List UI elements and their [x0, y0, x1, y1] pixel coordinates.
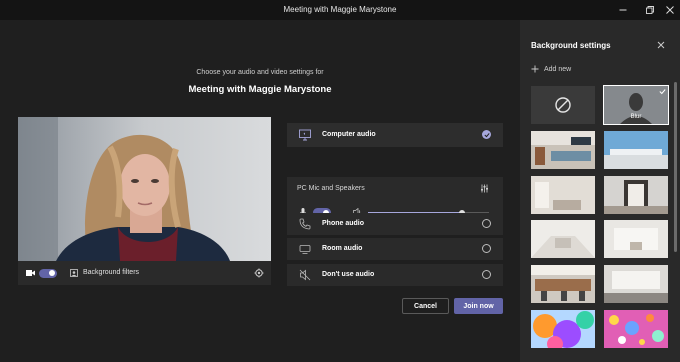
check-icon [483, 132, 490, 137]
colorful-spheres-image [531, 310, 595, 348]
computer-audio-radio[interactable] [482, 130, 491, 139]
background-option-room-1[interactable] [531, 176, 595, 214]
restore-icon [646, 6, 654, 14]
add-new-background-button[interactable]: Add new [531, 65, 571, 73]
audio-device-label: PC Mic and Speakers [297, 185, 365, 192]
close-panel-icon[interactable] [656, 40, 666, 50]
camera-feed-image [18, 117, 271, 261]
no-background-icon [555, 97, 571, 113]
restore-button[interactable] [643, 3, 657, 17]
camera-icon [26, 270, 35, 276]
office-background-image [531, 131, 595, 169]
selected-check-icon [659, 89, 666, 95]
room-background-image [531, 220, 595, 258]
title-bar: Meeting with Maggie Marystone [0, 0, 680, 20]
room-audio-option[interactable]: Room audio [287, 238, 503, 260]
background-option-balloons[interactable] [531, 310, 595, 348]
meeting-title: Meeting with Maggie Marystone [188, 84, 332, 95]
phone-audio-option[interactable]: Phone audio [287, 213, 503, 235]
blur-label: Blur [630, 114, 642, 120]
room-background-image [604, 220, 668, 258]
background-settings-panel: Background settings Add new Blur [520, 20, 680, 362]
minimize-icon [619, 9, 627, 11]
background-option-none[interactable] [531, 86, 595, 124]
background-option-room-4[interactable] [604, 220, 668, 258]
room-audio-radio[interactable] [482, 244, 491, 253]
minimize-button[interactable] [616, 3, 630, 17]
room-audio-label: Room audio [322, 245, 363, 252]
device-settings-icon[interactable] [254, 268, 264, 278]
background-option-office-1[interactable] [531, 131, 595, 169]
video-preview [18, 117, 271, 261]
window-title: Meeting with Maggie Marystone [283, 5, 397, 14]
computer-audio-label: Computer audio [322, 131, 376, 138]
room-background-image [604, 176, 668, 214]
background-option-room-2[interactable] [604, 176, 668, 214]
phone-audio-label: Phone audio [322, 220, 364, 227]
close-window-button[interactable] [663, 3, 677, 17]
panel-scrollbar[interactable] [674, 82, 677, 252]
sky-background-image [604, 131, 668, 169]
plus-icon [531, 65, 539, 73]
background-filters-button[interactable]: Background filters [83, 269, 139, 276]
no-audio-icon [299, 269, 311, 281]
background-filters-icon [70, 269, 78, 277]
prejoin-subtitle: Choose your audio and video settings for [196, 69, 324, 76]
phone-icon [299, 218, 311, 230]
background-option-office-3[interactable] [604, 265, 668, 303]
colorful-bubbles-image [604, 310, 668, 348]
computer-audio-icon [299, 129, 311, 141]
background-settings-title: Background settings [531, 41, 611, 50]
computer-audio-option[interactable]: Computer audio [287, 123, 503, 147]
close-icon [666, 6, 674, 14]
room-background-image [531, 176, 595, 214]
room-audio-icon [299, 245, 311, 254]
dont-use-audio-label: Don't use audio [322, 271, 375, 278]
background-option-sky[interactable] [604, 131, 668, 169]
office-background-image [604, 265, 668, 303]
background-option-blur[interactable]: Blur [603, 85, 669, 125]
camera-toggle[interactable] [39, 268, 57, 278]
background-option-bubbles[interactable] [604, 310, 668, 348]
dont-use-audio-radio[interactable] [482, 270, 491, 279]
prejoin-screen: Choose your audio and video settings for… [0, 20, 520, 362]
background-option-office-2[interactable] [531, 265, 595, 303]
background-option-room-3[interactable] [531, 220, 595, 258]
video-controls-bar: Background filters [18, 261, 271, 285]
phone-audio-radio[interactable] [482, 219, 491, 228]
audio-device-settings-icon[interactable] [480, 184, 489, 193]
cancel-button[interactable]: Cancel [402, 298, 449, 314]
join-now-button[interactable]: Join now [454, 298, 503, 314]
office-background-image [531, 265, 595, 303]
add-new-label: Add new [544, 65, 572, 73]
dont-use-audio-option[interactable]: Don't use audio [287, 264, 503, 286]
